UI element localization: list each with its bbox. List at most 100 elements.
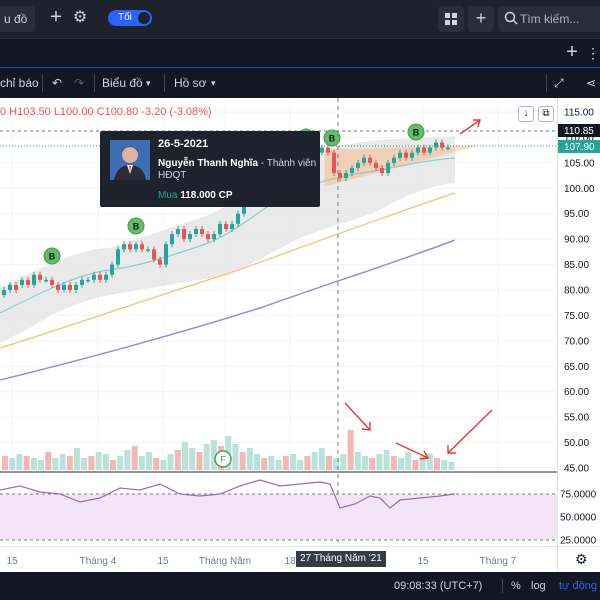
volume-bar xyxy=(30,458,37,470)
person-name: Nguyễn Thanh Nghĩa xyxy=(158,158,258,169)
price-axis[interactable]: 115.00 110.00 105.00 100.00 95.00 90.00 85.00 8… xyxy=(557,98,600,547)
volume-bar xyxy=(340,454,347,470)
volume-bar xyxy=(38,460,44,470)
time-tick-label: 15 xyxy=(157,556,169,567)
chart-tab[interactable]: u đồ xyxy=(0,6,36,32)
annotation-arrow xyxy=(344,402,371,431)
volume-bar xyxy=(146,452,152,470)
volume-bar xyxy=(354,452,361,470)
candle xyxy=(116,246,120,268)
volume-bar xyxy=(174,450,181,470)
svg-text:107.90: 107.90 xyxy=(564,142,595,153)
log-toggle[interactable]: log xyxy=(531,572,546,600)
volume-bar xyxy=(441,460,448,470)
time-tick-label: 18 xyxy=(284,556,296,567)
volume-bar xyxy=(448,462,455,470)
volume-bar xyxy=(110,460,116,470)
theme-toggle[interactable]: Tối xyxy=(108,10,152,26)
volume-bar xyxy=(95,452,102,470)
person-photo xyxy=(110,140,150,180)
volume-bar xyxy=(102,454,109,470)
time-axis[interactable]: 15 Tháng 4 15 Tháng Năm 18 15 Tháng 7 xyxy=(0,546,557,572)
volume-bar xyxy=(52,458,59,470)
svg-text:B: B xyxy=(413,128,420,138)
price-tick-label: 50.00 xyxy=(564,438,589,449)
special-marker: F xyxy=(214,450,232,468)
search-input[interactable]: Tìm kiếm... xyxy=(520,6,579,32)
separator xyxy=(546,74,547,92)
price-tick-label: 85.00 xyxy=(564,260,589,271)
more-icon[interactable]: ⋮ xyxy=(586,43,600,63)
time-tick-label: Tháng Năm xyxy=(199,556,251,567)
add-chart-icon[interactable]: + xyxy=(468,6,494,32)
volume-bar xyxy=(138,456,145,470)
volume-bar xyxy=(362,456,368,470)
time-tick-label: Tháng 7 xyxy=(480,556,517,567)
auto-toggle[interactable]: tự động xyxy=(559,572,597,600)
chevron-down-icon[interactable]: ▾ xyxy=(211,68,216,98)
rsi-tick-label: 50.0000 xyxy=(560,513,597,524)
price-tick-label: 80.00 xyxy=(564,286,589,297)
volume-bar xyxy=(246,448,253,470)
buy-marker: B xyxy=(127,217,145,235)
insider-trade-tooltip: 26-5-2021 Nguyễn Thanh Nghĩa - Thành viê… xyxy=(100,131,320,207)
add-tab-icon[interactable]: + xyxy=(46,7,66,28)
chevron-down-icon[interactable]: ▾ xyxy=(146,68,151,98)
crosshair-time-label: 27 Tháng Năm '21 xyxy=(296,551,386,567)
rsi-tick-label: 75.0000 xyxy=(560,490,597,501)
theme-toggle-label: Tối xyxy=(118,12,132,23)
gear-icon[interactable]: ⚙ xyxy=(70,8,90,28)
search-box[interactable]: Tìm kiếm... xyxy=(498,6,600,32)
volume-bar xyxy=(59,454,66,470)
volume-bar xyxy=(390,456,397,470)
volume-bar xyxy=(45,452,52,470)
trade-date: 26-5-2021 xyxy=(158,138,209,150)
insider-name: Nguyễn Thanh Nghĩa - Thành viên HĐQT xyxy=(158,158,318,182)
volume-bar xyxy=(261,458,268,470)
share-icon[interactable]: ⋖ xyxy=(586,68,596,98)
price-tick-label: 115.00 xyxy=(564,108,594,119)
arrow-down-icon[interactable]: ↓ xyxy=(518,106,534,122)
fullscreen-icon[interactable]: ⤢ xyxy=(554,68,564,98)
time-tick-label: Tháng 4 xyxy=(80,556,117,567)
price-tick-label: 60.00 xyxy=(564,387,589,398)
annotation-arrow xyxy=(459,119,481,135)
percent-toggle[interactable]: % xyxy=(511,572,521,600)
volume-bar xyxy=(74,448,80,470)
volume-bar xyxy=(124,450,131,470)
add-panel-icon[interactable]: + xyxy=(562,42,582,63)
volume-bar xyxy=(189,448,196,470)
price-tick-label: 45.00 xyxy=(564,464,589,475)
high-price-label: 110.85 xyxy=(558,124,600,137)
price-tick-label: 95.00 xyxy=(564,209,589,220)
toggle-knob xyxy=(138,12,150,24)
redo-icon[interactable]: ↷ xyxy=(74,68,84,98)
ohlc-legend: 0 H103.50 L100.00 C100.80 -3.20 (-3.08%) xyxy=(0,106,212,118)
buy-marker: B xyxy=(43,247,61,265)
trade-volume: 118.000 CP xyxy=(180,190,233,201)
rsi-tick-label: 25.0000 xyxy=(560,536,597,547)
undo-icon[interactable]: ↶ xyxy=(52,68,62,98)
indicators-button[interactable]: chỉ báo xyxy=(0,68,39,98)
price-tick-label: 90.00 xyxy=(564,235,589,246)
price-tick-label: 65.00 xyxy=(564,362,589,373)
volume-bar xyxy=(117,456,124,470)
svg-text:B: B xyxy=(329,134,336,144)
profile-button[interactable]: Hồ sơ xyxy=(174,68,207,98)
candle xyxy=(332,149,336,177)
scale-icon[interactable]: ⧉ xyxy=(538,106,554,122)
settings-icon[interactable]: ⚙ xyxy=(575,551,588,567)
trade-action: Mua xyxy=(158,190,178,201)
chart-toolbar: chỉ báo ↶ ↷ Biểu đồ ▾ Hồ sơ ▾ ⤢ ⋖ xyxy=(0,68,600,98)
chart-type-button[interactable]: Biểu đồ xyxy=(102,68,143,98)
layout-grid-icon[interactable] xyxy=(438,6,464,32)
volume-bar xyxy=(405,452,412,470)
volume-bar xyxy=(275,460,282,470)
annotation-arrow xyxy=(447,409,493,454)
volume-bar xyxy=(318,448,325,470)
volume-bar xyxy=(9,458,16,470)
volume-bar xyxy=(398,458,404,470)
volume-bar xyxy=(304,456,311,470)
price-tick-label: 70.00 xyxy=(564,336,589,347)
volume-bar xyxy=(182,442,188,470)
